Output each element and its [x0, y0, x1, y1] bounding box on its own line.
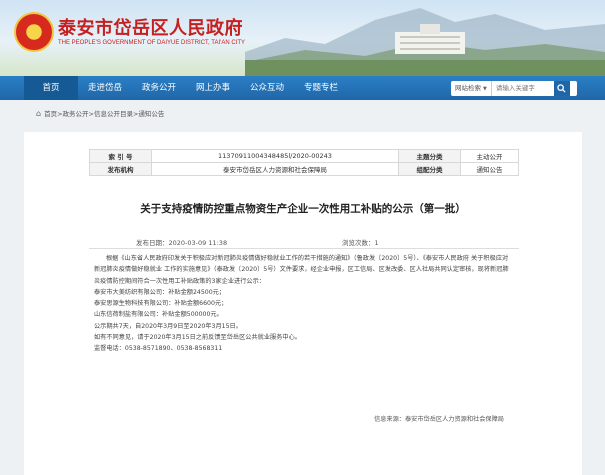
genre-value: 通知公告 — [459, 162, 520, 176]
search-category-label: 网站检索 — [455, 83, 481, 92]
body-paragraph: 泰安市大美纺织有限公司：补贴金额24500元； — [94, 288, 226, 296]
breadcrumb: ⌂ 首页>政务公开>信息公开目录>通知公告 — [0, 100, 605, 126]
article-meta-table: 索 引 号 11370911004348485l/2020-00243 主题分类… — [89, 149, 520, 176]
view-count: 浏览次数：1 — [342, 239, 379, 247]
table-row: 发布机构 泰安市岱岳区人力资源和社会保障局 组配分类 通知公告 — [89, 162, 520, 176]
search-input[interactable] — [491, 84, 554, 92]
publish-date: 发布日期：2020-03-09 11:38 — [136, 239, 228, 247]
chevron-down-icon: ▼ — [483, 85, 487, 92]
nav-online-services[interactable]: 网上办事 — [186, 76, 240, 100]
site-title: 泰安市岱岳区人民政府 — [58, 18, 243, 39]
search-button[interactable] — [553, 80, 570, 96]
body-paragraph: 监督电话：0538-8571890、0538-8568311 — [94, 345, 223, 353]
nav-explore-daiyue[interactable]: 走进岱岳 — [78, 76, 132, 100]
genre-label: 组配分类 — [397, 162, 461, 176]
breadcrumb-path[interactable]: 首页>政务公开>信息公开目录>通知公告 — [44, 108, 164, 118]
index-label: 索 引 号 — [89, 149, 152, 163]
body-paragraph: 如有不同意见，请于2020年3月15日之前反馈至岱岳区公共就业服务中心。 — [94, 334, 301, 342]
category-value: 主动公开 — [459, 149, 520, 163]
national-emblem-icon — [14, 12, 54, 52]
body-paragraph: 公示期共7天，自2020年3月9日至2020年3月15日。 — [94, 322, 242, 330]
article-panel: 索 引 号 11370911004348485l/2020-00243 主题分类… — [24, 132, 582, 475]
nav-public-interaction[interactable]: 公众互动 — [240, 76, 294, 100]
divider — [89, 248, 519, 249]
search-box: 网站检索 ▼ — [451, 80, 577, 96]
search-category-select[interactable]: 网站检索 ▼ — [451, 80, 492, 96]
publisher-value: 泰安市岱岳区人力资源和社会保障局 — [151, 162, 399, 176]
nav-government-affairs[interactable]: 政务公开 — [132, 76, 186, 100]
article-body: 根据《山东省人民政府印发关于积极应对新冠肺炎疫情做好稳就业工作的若干措施的通知》… — [94, 253, 514, 355]
main-nav: 首页 走进岱岳 政务公开 网上办事 公众互动 专题专栏 网站检索 ▼ — [0, 76, 605, 100]
body-paragraph: 根据《山东省人民政府印发关于积极应对新冠肺炎疫情做好稳就业工作的若干措施的通知》… — [94, 255, 509, 285]
site-subtitle: THE PEOPLE'S GOVERNMENT OF DAIYUE DISTRI… — [58, 40, 245, 46]
table-row: 索 引 号 11370911004348485l/2020-00243 主题分类… — [89, 149, 520, 163]
home-icon: ⌂ — [36, 108, 42, 118]
header-banner-image — [245, 8, 605, 76]
publisher-label: 发布机构 — [89, 162, 152, 176]
category-label: 主题分类 — [397, 149, 461, 163]
nav-home[interactable]: 首页 — [24, 76, 78, 100]
info-source: 信息来源：泰安市岱岳区人力资源和社会保障局 — [374, 416, 504, 423]
nav-special-topics[interactable]: 专题专栏 — [294, 76, 348, 100]
body-paragraph: 泰安思源生物科技有限公司：补贴金额6600元； — [94, 300, 228, 308]
index-value: 11370911004348485l/2020-00243 — [151, 149, 399, 163]
article-title: 关于支持疫情防控重点物资生产企业一次性用工补贴的公示（第一批） — [140, 203, 466, 215]
site-header: 泰安市岱岳区人民政府 THE PEOPLE'S GOVERNMENT OF DA… — [0, 0, 605, 76]
search-icon — [557, 83, 566, 93]
body-paragraph: 山东信荷制盐有限公司：补贴金额500000元。 — [94, 311, 223, 319]
